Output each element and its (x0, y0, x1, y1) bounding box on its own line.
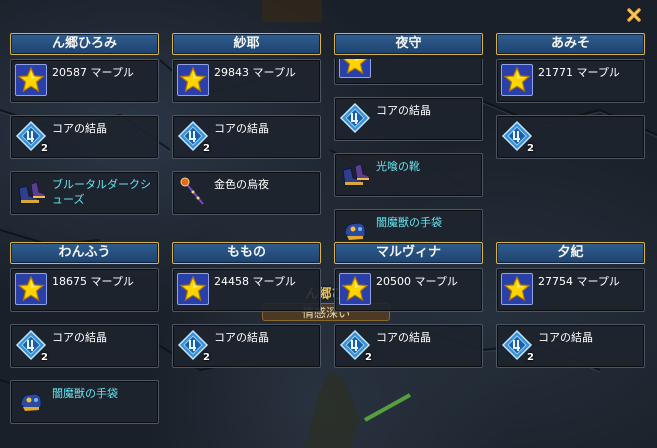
item-label: 闇魔獣の手袋 (52, 387, 118, 400)
item-count-badge: 2 (41, 143, 48, 154)
item-label: コアの結晶 (214, 122, 269, 135)
loot-slot[interactable]: 2 コアの結晶 (10, 324, 159, 368)
item-count-badge: 2 (365, 352, 372, 363)
item-label: 18675 マープル (52, 275, 134, 288)
item-count-badge: 2 (203, 143, 210, 154)
loot-slot[interactable]: 24458 マープル (172, 268, 321, 312)
item-label: 27754 マープル (538, 275, 620, 288)
close-button[interactable] (624, 5, 644, 25)
item-count-badge: 2 (41, 352, 48, 363)
item-label: 20500 マープル (376, 275, 458, 288)
player-name-header: 夜守 (334, 33, 483, 55)
loot-slot[interactable]: 20500 マープル (334, 268, 483, 312)
loot-slot[interactable]: 18675 マープル (10, 268, 159, 312)
core-crystal-icon (339, 102, 371, 134)
player-name-header: 夕紀 (496, 242, 645, 264)
loot-slot[interactable]: 2 コアの結晶 (172, 324, 321, 368)
star-icon (177, 64, 209, 96)
loot-slot[interactable]: 29843 マープル (172, 59, 321, 103)
loot-slot[interactable]: 闇魔獣の手袋 (10, 380, 159, 424)
loot-slot[interactable]: 27754 マープル (496, 268, 645, 312)
loot-list[interactable]: 24458 マープル 2 コアの結晶 (172, 268, 321, 448)
loot-slot[interactable]: 2 コアの結晶 (10, 115, 159, 159)
loot-slot[interactable]: 18558 マープル (334, 59, 483, 85)
item-label: コアの結晶 (52, 122, 107, 135)
item-label: 20587 マープル (52, 66, 134, 79)
loot-slot[interactable]: 21771 マープル (496, 59, 645, 103)
item-label: コアの結晶 (376, 331, 431, 344)
player-name-header: マルヴィナ (334, 242, 483, 264)
star-icon (501, 64, 533, 96)
close-icon (627, 8, 641, 22)
item-label: 闇魔獣の手袋 (376, 216, 442, 229)
loot-slot[interactable]: ブルータルダークシューズ (10, 171, 159, 215)
core-crystal-icon: 2 (501, 329, 534, 363)
item-count-badge: 2 (203, 352, 210, 363)
item-label: 24458 マープル (214, 275, 296, 288)
player-name-header: わんふう (10, 242, 159, 264)
loot-slot[interactable]: コアの結晶 (334, 97, 483, 141)
star-icon (177, 273, 209, 305)
item-label: 18558 マープル (376, 59, 480, 62)
core-crystal-icon: 2 (177, 329, 210, 363)
player-name-header: ん郷ひろみ (10, 33, 159, 55)
star-icon (339, 273, 371, 305)
item-label: コアの結晶 (214, 331, 269, 344)
item-label: ブルータルダークシューズ (52, 178, 151, 206)
core-crystal-icon: 2 (15, 120, 48, 154)
loot-slot[interactable]: 闇魔獣の手袋 (334, 209, 483, 241)
core-crystal-icon: 2 (339, 329, 372, 363)
player-name-header: ももの (172, 242, 321, 264)
item-label: 29843 マープル (214, 66, 296, 79)
loot-slot[interactable]: 2 コアの結晶 (172, 115, 321, 159)
boots-icon (339, 158, 371, 190)
loot-slot[interactable]: 2 (496, 115, 645, 159)
player-name-header: あみそ (496, 33, 645, 55)
item-label: 金色の烏夜 (214, 178, 269, 191)
loot-list[interactable]: 27754 マープル 2 コアの結晶 (496, 268, 645, 448)
star-icon (15, 64, 47, 96)
loot-list[interactable]: 21771 マープル 2 (496, 59, 645, 241)
item-label: コアの結晶 (52, 331, 107, 344)
core-crystal-icon: 2 (15, 329, 48, 363)
boots-icon (15, 176, 47, 208)
player-name-header: 紗耶 (172, 33, 321, 55)
loot-slot[interactable]: 金色の烏夜 (172, 171, 321, 215)
item-label: 光喰の靴 (376, 160, 420, 173)
item-label: 21771 マープル (538, 66, 620, 79)
loot-slot[interactable]: 光喰の靴 (334, 153, 483, 197)
loot-slot[interactable]: 2 コアの結晶 (334, 324, 483, 368)
star-icon (15, 273, 47, 305)
loot-slot[interactable]: 2 コアの結晶 (496, 324, 645, 368)
item-label: コアの結晶 (376, 104, 431, 117)
core-crystal-icon: 2 (177, 120, 210, 154)
item-count-badge: 2 (527, 352, 534, 363)
loot-list[interactable]: 18558 マープルコアの結晶光喰の靴闇魔獣の手袋 (334, 59, 483, 241)
star-icon (339, 59, 371, 78)
loot-list[interactable]: 18675 マープル 2 コアの結晶闇魔獣の手袋 (10, 268, 159, 448)
loot-slot[interactable]: 20587 マープル (10, 59, 159, 103)
item-label: コアの結晶 (538, 331, 593, 344)
loot-list[interactable]: 20500 マープル 2 コアの結晶 (334, 268, 483, 448)
loot-list[interactable]: 20587 マープル 2 コアの結晶ブルータルダークシューズ (10, 59, 159, 241)
loot-list[interactable]: 29843 マープル 2 コアの結晶金色の烏夜 (172, 59, 321, 241)
staff-icon (177, 176, 209, 208)
core-crystal-icon: 2 (501, 120, 534, 154)
item-count-badge: 2 (527, 143, 534, 154)
star-icon (501, 273, 533, 305)
glove-icon (15, 385, 47, 417)
glove-icon (339, 214, 371, 241)
